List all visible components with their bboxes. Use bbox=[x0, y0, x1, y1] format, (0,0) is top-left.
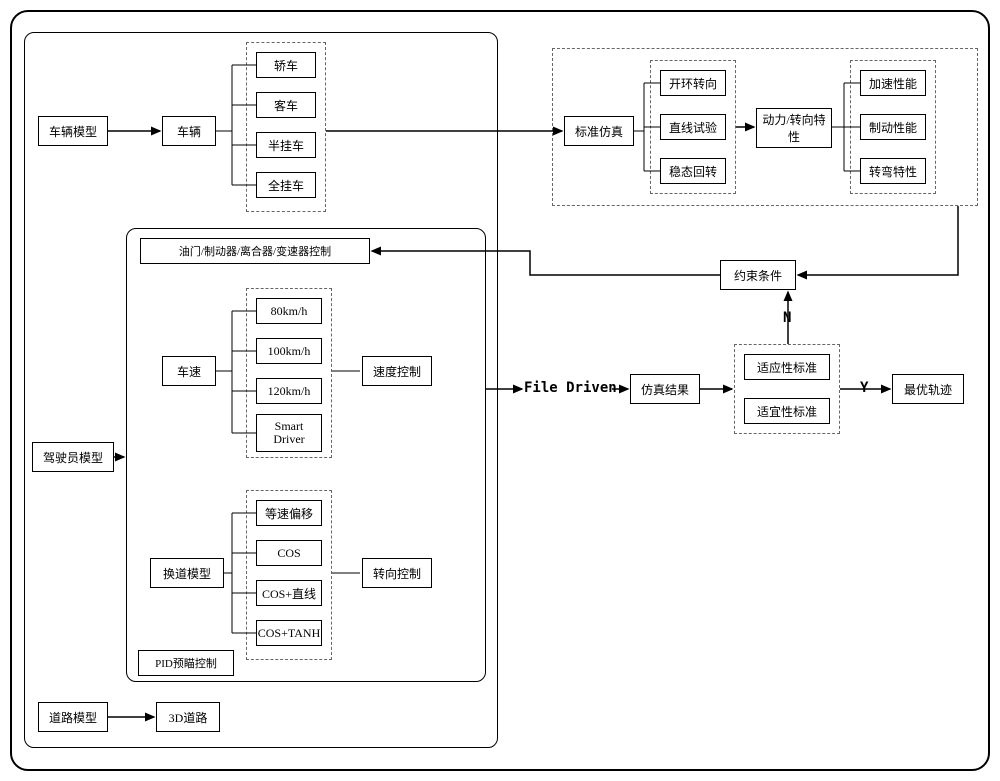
sim-test-0: 开环转向 bbox=[660, 70, 726, 96]
best-traj: 最优轨迹 bbox=[892, 374, 964, 404]
road-3d: 3D道路 bbox=[156, 702, 220, 732]
sim-test-2: 稳态回转 bbox=[660, 158, 726, 184]
dyn-steer: 动力/转向特性 bbox=[756, 108, 832, 148]
perf-2: 转弯特性 bbox=[860, 158, 926, 184]
vehicle-type-3: 全挂车 bbox=[256, 172, 316, 198]
lane-1: COS bbox=[256, 540, 322, 566]
driver-model-label: 驾驶员模型 bbox=[32, 442, 114, 472]
speed-3: Smart Driver bbox=[256, 414, 322, 452]
sim-test-1: 直线试验 bbox=[660, 114, 726, 140]
speed-ctrl: 速度控制 bbox=[362, 356, 432, 386]
lane-3: COS+TANH bbox=[256, 620, 322, 646]
vehicle-model-label: 车辆模型 bbox=[38, 116, 108, 146]
steer-ctrl: 转向控制 bbox=[362, 558, 432, 588]
std-sim: 标准仿真 bbox=[564, 116, 634, 146]
vehicle-type-2: 半挂车 bbox=[256, 132, 316, 158]
speed-2: 120km/h bbox=[256, 378, 322, 404]
branch-n: N bbox=[783, 310, 791, 326]
speed-label: 车速 bbox=[162, 356, 216, 386]
vehicle-type-1: 客车 bbox=[256, 92, 316, 118]
criteria-1: 适宜性标准 bbox=[744, 398, 830, 424]
branch-y: Y bbox=[860, 380, 868, 396]
speed-1: 100km/h bbox=[256, 338, 322, 364]
vehicle-type-0: 轿车 bbox=[256, 52, 316, 78]
perf-1: 制动性能 bbox=[860, 114, 926, 140]
lane-0: 等速偏移 bbox=[256, 500, 322, 526]
pid-box: PID预瞄控制 bbox=[138, 650, 234, 676]
tbcg-box: 油门/制动器/离合器/变速器控制 bbox=[140, 238, 370, 264]
speed-0: 80km/h bbox=[256, 298, 322, 324]
file-driven-label: File Driven bbox=[524, 380, 617, 396]
perf-0: 加速性能 bbox=[860, 70, 926, 96]
road-model-label: 道路模型 bbox=[38, 702, 108, 732]
sim-result: 仿真结果 bbox=[630, 374, 700, 404]
criteria-0: 适应性标准 bbox=[744, 354, 830, 380]
vehicle-box: 车辆 bbox=[162, 116, 216, 146]
lane-label: 换道模型 bbox=[150, 558, 224, 588]
constraint: 约束条件 bbox=[720, 260, 796, 290]
lane-2: COS+直线 bbox=[256, 580, 322, 606]
